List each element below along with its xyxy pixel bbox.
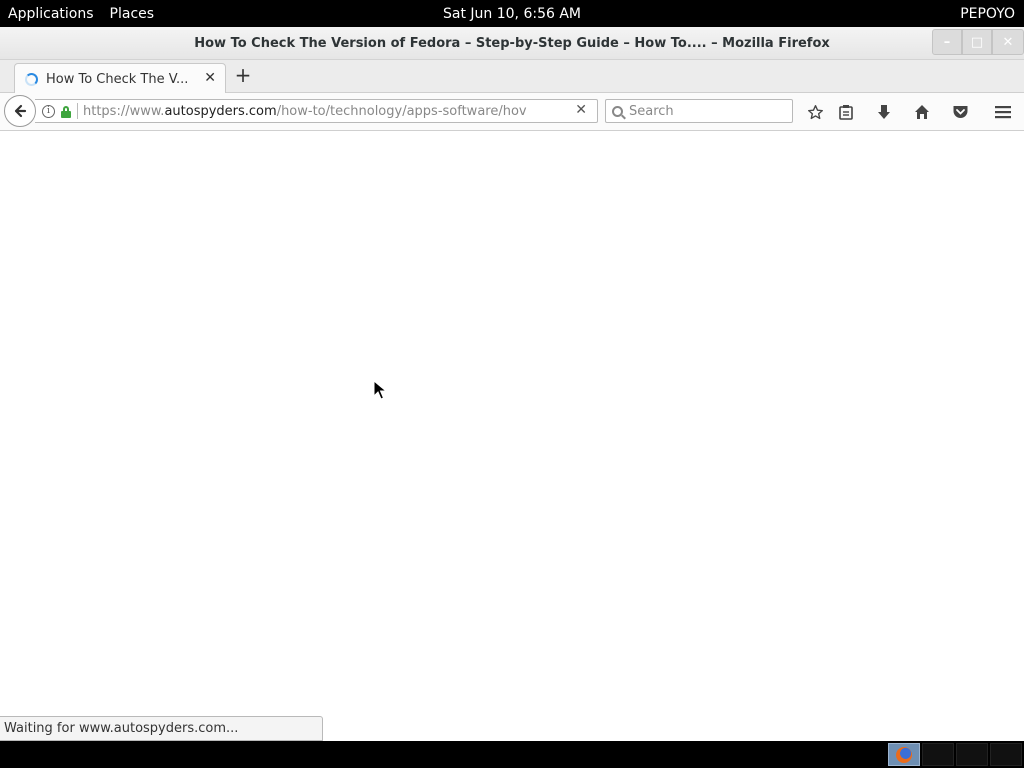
gnome-top-bar: Applications Places Sat Jun 10, 6:56 AM … <box>0 0 1024 27</box>
download-arrow-icon <box>878 105 890 119</box>
url-separator <box>77 103 78 119</box>
close-window-button[interactable]: ✕ <box>992 29 1024 55</box>
workspace-3[interactable] <box>956 743 988 766</box>
back-arrow-icon <box>14 104 27 118</box>
page-content[interactable] <box>0 131 1024 741</box>
stop-loading-icon[interactable]: ✕ <box>575 102 587 118</box>
navigation-toolbar: i https://www.autospyders.com/how-to/tec… <box>0 93 1024 131</box>
loading-spinner-icon <box>25 72 38 86</box>
pocket-button[interactable] <box>948 100 972 124</box>
bottom-taskbar <box>0 741 1024 768</box>
maximize-button[interactable]: □ <box>962 29 992 55</box>
home-icon <box>915 105 929 119</box>
clipboard-icon <box>839 105 853 120</box>
close-icon: ✕ <box>1002 34 1014 50</box>
workspace-4[interactable] <box>990 743 1022 766</box>
tab-active[interactable]: How To Check The V... ✕ <box>14 63 226 94</box>
minimize-icon: – <box>943 34 951 50</box>
tab-title: How To Check The V... <box>46 71 189 87</box>
tab-strip: How To Check The V... ✕ + <box>0 60 1024 94</box>
workspace-2[interactable] <box>922 743 954 766</box>
applications-menu[interactable]: Applications <box>0 0 102 27</box>
back-button[interactable] <box>4 95 36 127</box>
url-bar[interactable]: i https://www.autospyders.com/how-to/tec… <box>35 99 598 123</box>
pocket-icon <box>953 106 967 118</box>
new-tab-button[interactable]: + <box>232 65 254 87</box>
url-text[interactable]: https://www.autospyders.com/how-to/techn… <box>83 104 537 119</box>
search-bar[interactable] <box>605 99 793 123</box>
star-icon <box>807 104 823 119</box>
maximize-icon: □ <box>970 34 984 50</box>
search-icon <box>612 105 623 117</box>
url-path: /how-to/technology/apps-software/hov <box>276 103 527 119</box>
firefox-icon <box>896 746 912 763</box>
clock[interactable]: Sat Jun 10, 6:56 AM <box>443 6 581 22</box>
home-button[interactable] <box>910 100 934 124</box>
open-menu-button[interactable] <box>991 100 1015 124</box>
bookmarks-menu-button[interactable] <box>834 100 858 124</box>
bookmark-star-button[interactable] <box>803 100 827 124</box>
url-scheme: https://www. <box>83 103 165 119</box>
window-titlebar: How To Check The Version of Fedora – Ste… <box>0 27 1024 60</box>
tab-close-icon[interactable]: ✕ <box>204 70 216 86</box>
status-panel: Waiting for www.autospyders.com... <box>0 716 323 741</box>
places-menu[interactable]: Places <box>102 0 163 27</box>
window-title: How To Check The Version of Fedora – Ste… <box>194 36 830 51</box>
site-info-icon[interactable]: i <box>42 104 55 118</box>
user-menu[interactable]: PEPOYO <box>960 0 1015 27</box>
lock-icon[interactable] <box>61 105 71 118</box>
hamburger-menu-icon <box>995 106 1011 119</box>
firefox-taskbar-button[interactable] <box>888 743 920 766</box>
minimize-button[interactable]: – <box>932 29 962 55</box>
url-host: autospyders.com <box>164 103 277 119</box>
downloads-button[interactable] <box>872 100 896 124</box>
search-input[interactable] <box>629 103 779 119</box>
